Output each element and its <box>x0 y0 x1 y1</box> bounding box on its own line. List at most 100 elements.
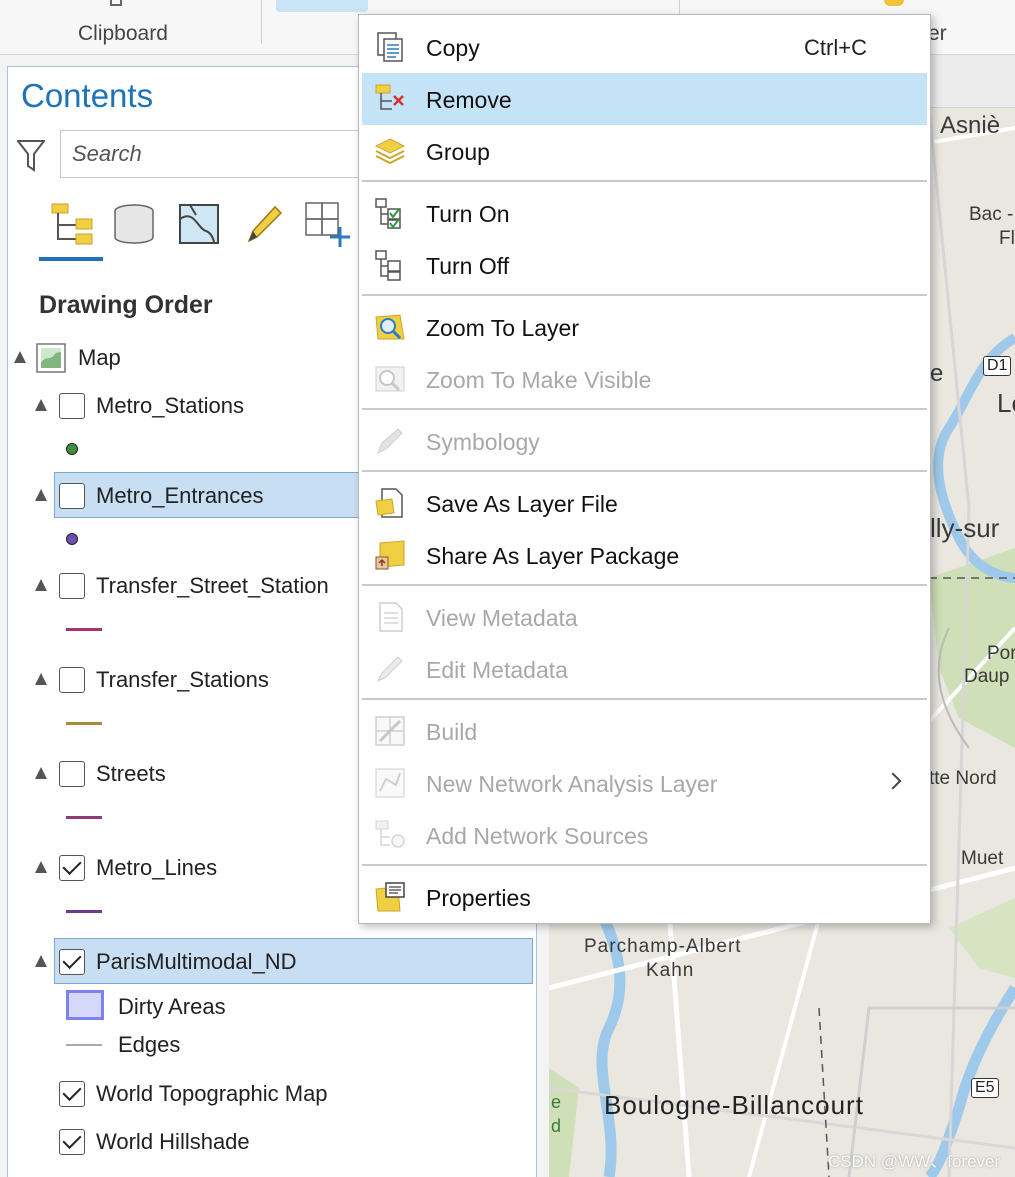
layer-name[interactable]: World Topographic Map <box>96 1081 328 1107</box>
list-by-selection-icon[interactable] <box>167 192 231 256</box>
list-by-drawing-order-icon[interactable] <box>39 192 103 256</box>
menu-label: Build <box>426 719 478 745</box>
menu-item-new-network-analysis-layer[interactable]: New Network Analysis Layer <box>362 757 927 809</box>
layer-visibility-checkbox[interactable] <box>59 393 85 419</box>
map-place-label: Muet <box>961 848 1004 869</box>
layer-visibility-checkbox[interactable] <box>59 1081 85 1107</box>
build-icon <box>375 716 405 746</box>
ribbon-tool-icon[interactable] <box>884 0 904 6</box>
map-place-label: e <box>930 360 944 387</box>
layer-name[interactable]: Transfer_Street_Station <box>96 573 329 599</box>
layer-name[interactable]: Transfer_Stations <box>96 667 269 693</box>
menu-item-properties[interactable]: Properties <box>362 871 927 923</box>
menu-item-save-as-layer-file[interactable]: Save As Layer File <box>362 477 927 529</box>
menu-shortcut: Ctrl+C <box>804 35 867 60</box>
layer-name[interactable]: Metro_Lines <box>96 855 217 881</box>
menu-item-turn-off[interactable]: Turn Off <box>362 239 927 291</box>
expand-toggle[interactable] <box>35 955 47 967</box>
menu-item-add-network-sources[interactable]: Add Network Sources <box>362 809 927 861</box>
expand-toggle[interactable] <box>35 579 47 591</box>
menu-item-zoom-to-layer[interactable]: Zoom To Layer <box>362 301 927 353</box>
menu-item-remove[interactable]: Remove <box>362 73 927 125</box>
group-layers-icon <box>374 138 406 165</box>
map-node-label[interactable]: Map <box>78 345 121 371</box>
menu-separator <box>362 180 927 182</box>
edit-metadata-icon <box>376 656 403 683</box>
zoom-to-layer-icon <box>375 314 405 340</box>
menu-label: Save As Layer File <box>426 491 618 517</box>
menu-label: Share As Layer Package <box>426 543 680 569</box>
sublayer-name: Dirty Areas <box>118 994 226 1019</box>
network-analysis-icon <box>375 768 405 798</box>
map-place-label: Por <box>987 643 1015 664</box>
menu-item-share-as-layer-package[interactable]: Share As Layer Package <box>362 529 927 581</box>
expand-toggle[interactable] <box>35 489 47 501</box>
point-symbol <box>66 533 78 545</box>
layer-context-menu: Copy Ctrl+C Remove Group Turn On Turn Of… <box>358 14 931 924</box>
menu-separator <box>362 698 927 700</box>
map-place-label: Fl <box>999 228 1015 249</box>
edges-symbol <box>66 1044 102 1046</box>
map-place-label: Boulogne-Billancourt <box>604 1090 864 1120</box>
menu-item-turn-on[interactable]: Turn On <box>362 187 927 239</box>
submenu-arrow-icon <box>884 772 902 790</box>
menu-label: Remove <box>426 87 512 113</box>
expand-toggle[interactable] <box>35 861 47 873</box>
layer-visibility-checkbox[interactable] <box>59 1129 85 1155</box>
menu-label: View Metadata <box>426 605 578 631</box>
layer-visibility-checkbox[interactable] <box>59 573 85 599</box>
menu-item-zoom-to-make-visible[interactable]: Zoom To Make Visible <box>362 353 927 405</box>
map-place-label: Le <box>997 388 1015 418</box>
layer-name[interactable]: World Hillshade <box>96 1129 250 1155</box>
expand-toggle[interactable] <box>35 673 47 685</box>
line-symbol <box>66 722 102 725</box>
watermark: CSDN @WW、forever <box>828 1152 1001 1171</box>
expand-toggle[interactable] <box>35 399 47 411</box>
layer-name[interactable]: Metro_Entrances <box>96 483 264 509</box>
layer-visibility-checkbox[interactable] <box>59 761 85 787</box>
map-place-label: d <box>551 1116 562 1136</box>
map-place-label: e <box>551 1092 562 1112</box>
menu-label: Group <box>426 139 490 165</box>
copy-icon[interactable] <box>110 0 122 6</box>
map-place-label: Daup <box>964 666 1010 687</box>
layer-visibility-checkbox[interactable] <box>59 667 85 693</box>
filter-icon[interactable] <box>17 139 45 173</box>
menu-item-group[interactable]: Group <box>362 125 927 177</box>
copy-icon <box>377 32 403 62</box>
section-heading: Drawing Order <box>39 291 213 319</box>
remove-layer-icon <box>375 84 404 110</box>
expand-toggle-map[interactable] <box>14 351 26 363</box>
point-symbol <box>66 443 78 455</box>
list-by-snapping-icon[interactable] <box>295 192 359 256</box>
layer-visibility-checkbox[interactable] <box>59 483 85 509</box>
menu-item-view-metadata[interactable]: View Metadata <box>362 591 927 643</box>
menu-label: Add Network Sources <box>426 823 649 849</box>
layer-name[interactable]: Metro_Stations <box>96 393 244 419</box>
line-symbol <box>66 910 102 913</box>
list-by-editing-icon[interactable] <box>230 192 294 256</box>
road-shield-e5: E5 <box>971 1078 999 1098</box>
layer-name[interactable]: ParisMultimodal_ND <box>96 949 297 975</box>
turn-on-icon <box>375 198 401 229</box>
menu-label: Zoom To Make Visible <box>426 367 652 393</box>
search-box[interactable] <box>60 130 380 178</box>
list-by-data-source-icon[interactable] <box>102 192 166 256</box>
ribbon-active-button[interactable] <box>276 0 368 12</box>
map-place-label: Bac - <box>969 204 1014 225</box>
layer-name[interactable]: Streets <box>96 761 166 787</box>
search-input[interactable] <box>61 131 379 177</box>
menu-item-build[interactable]: Build <box>362 705 927 757</box>
layer-visibility-checkbox[interactable] <box>59 949 85 975</box>
menu-label: Copy <box>426 35 480 61</box>
pane-title: Contents <box>21 77 154 114</box>
layer-visibility-checkbox[interactable] <box>59 855 85 881</box>
map-place-label: lly-sur <box>930 513 1000 543</box>
menu-item-edit-metadata[interactable]: Edit Metadata <box>362 643 927 695</box>
menu-item-symbology[interactable]: Symbology <box>362 415 927 467</box>
menu-item-copy[interactable]: Copy Ctrl+C <box>362 21 927 73</box>
menu-label: Turn Off <box>426 253 510 279</box>
menu-separator <box>362 584 927 586</box>
menu-separator <box>362 408 927 410</box>
expand-toggle[interactable] <box>35 767 47 779</box>
